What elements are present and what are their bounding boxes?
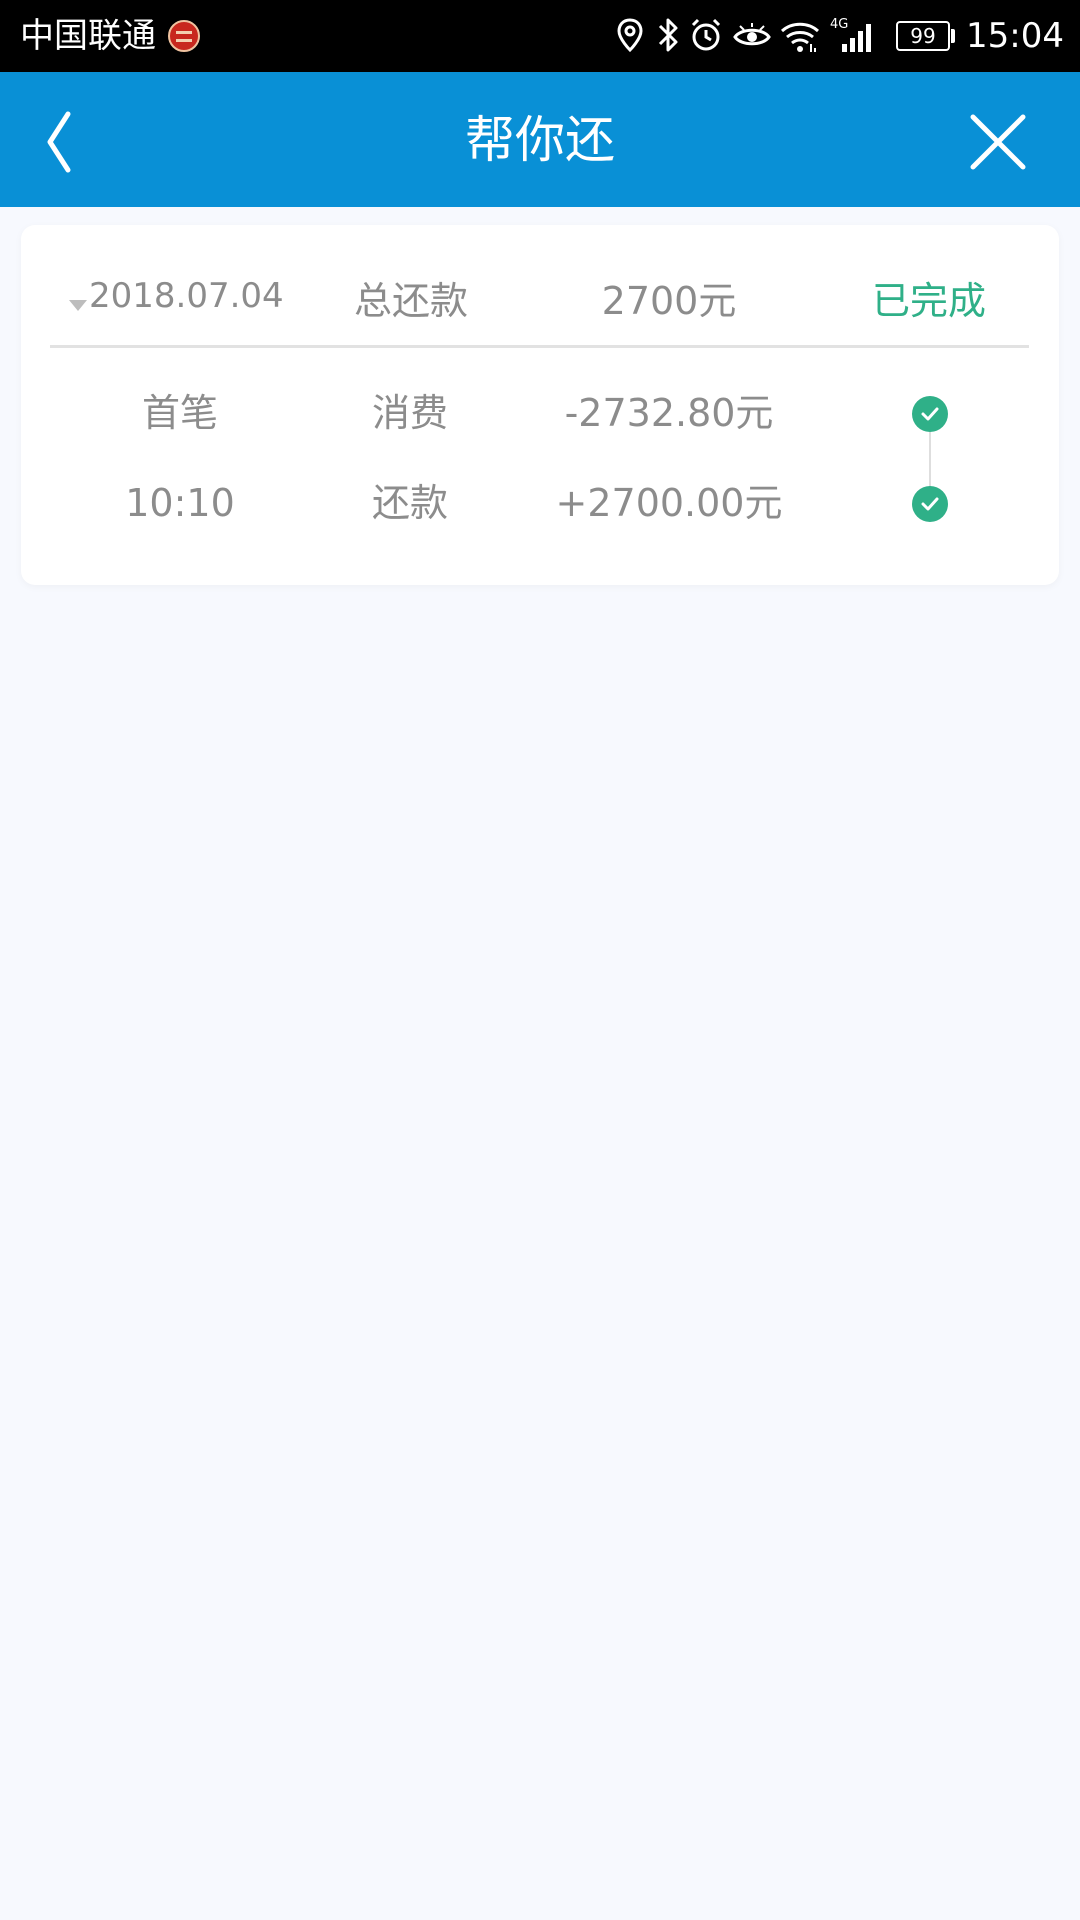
eye-icon	[733, 23, 771, 46]
plan-date-toggle[interactable]: 2018.07.04	[69, 274, 284, 318]
battery-tip	[951, 29, 955, 43]
carrier-name: 中国联通	[20, 16, 156, 56]
entry-amount: +2700.00元	[555, 481, 783, 525]
title-bar: 帮你还	[0, 72, 1080, 207]
location-icon	[617, 18, 643, 53]
entry-type: 还款	[371, 481, 449, 525]
divider	[50, 345, 1029, 348]
svg-text:4G: 4G	[830, 17, 848, 32]
entry-type: 消费	[371, 391, 449, 435]
close-icon	[970, 114, 1026, 170]
carrier-badge-icon	[168, 20, 200, 52]
bluetooth-icon	[658, 18, 678, 52]
plan-total-amount: 2700元	[601, 279, 737, 323]
wifi-icon	[780, 22, 820, 52]
plan-date: 2018.07.04	[89, 276, 284, 316]
signal-icon: 4G	[830, 17, 871, 52]
entry-label: 10:10	[125, 481, 235, 525]
entry-label: 首笔	[141, 391, 219, 435]
check-circle-icon	[912, 486, 948, 522]
repayment-plan-card[interactable]: 2018.07.04 总还款 2700元 已完成 首笔 消费 -2732.80元…	[21, 225, 1059, 585]
close-button[interactable]	[958, 102, 1038, 182]
status-bar: 中国联通 4G 99 15:04	[0, 0, 1080, 72]
chevron-left-icon	[47, 111, 71, 173]
plan-status-badge: 已完成	[871, 279, 987, 323]
alarm-icon	[691, 18, 721, 51]
plan-type-label: 总还款	[353, 279, 469, 323]
entry-amount: -2732.80元	[564, 391, 774, 435]
battery-icon: 99	[896, 21, 950, 51]
status-time: 15:04	[966, 16, 1064, 56]
back-button[interactable]	[30, 102, 110, 182]
page-title: 帮你还	[465, 111, 615, 169]
caret-down-icon	[69, 300, 87, 311]
check-circle-icon	[912, 396, 948, 432]
